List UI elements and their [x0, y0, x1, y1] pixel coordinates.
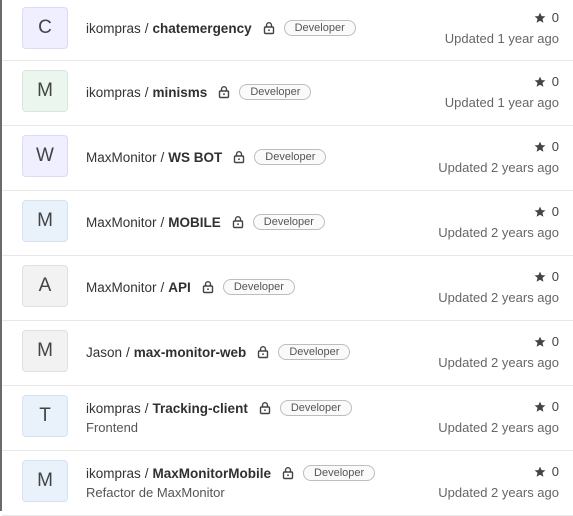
lock-icon	[256, 345, 270, 359]
project-owner[interactable]: MaxMonitor	[86, 215, 157, 230]
project-owner[interactable]: ikompras	[86, 401, 141, 416]
lock-icon	[232, 150, 246, 164]
lock-icon	[258, 401, 272, 415]
project-owner[interactable]: ikompras	[86, 466, 141, 481]
path-separator: /	[160, 279, 165, 295]
project-owner[interactable]: ikompras	[86, 21, 141, 36]
project-name-line: Jason / max-monitor-web Developer	[86, 344, 351, 360]
project-owner[interactable]: Jason	[86, 345, 122, 360]
project-name[interactable]: Tracking-client	[153, 401, 248, 416]
star-icon	[534, 206, 546, 218]
star-icon	[534, 401, 546, 413]
project-avatar[interactable]: M	[22, 200, 68, 242]
project-name-line: MaxMonitor / MOBILE Developer	[86, 214, 325, 230]
path-separator: /	[144, 400, 149, 416]
path-separator: /	[160, 214, 165, 230]
star-count[interactable]: 0	[534, 74, 559, 89]
project-row[interactable]: M MaxMonitor / MOBILE Developer 0 Update…	[2, 191, 573, 256]
updated-time: Updated 2 years ago	[438, 225, 559, 240]
star-count-value: 0	[551, 464, 559, 479]
path-separator: /	[144, 465, 149, 481]
updated-time: Updated 2 years ago	[438, 485, 559, 500]
star-count-value: 0	[551, 334, 559, 349]
path-separator: /	[144, 20, 149, 36]
project-name-line: ikompras / MaxMonitorMobile Developer	[86, 465, 376, 481]
project-owner[interactable]: MaxMonitor	[86, 150, 157, 165]
project-row[interactable]: A MaxMonitor / API Developer 0 Updated 2…	[2, 256, 573, 321]
star-icon	[534, 466, 546, 478]
role-badge: Developer	[239, 84, 312, 100]
star-icon	[534, 76, 546, 88]
lock-icon	[262, 21, 276, 35]
role-badge: Developer	[252, 214, 325, 230]
lock-icon	[201, 280, 215, 294]
project-row[interactable]: W MaxMonitor / WS BOT Developer 0 Update…	[2, 126, 573, 191]
project-avatar[interactable]: T	[22, 395, 68, 437]
star-count-value: 0	[551, 139, 559, 154]
star-count[interactable]: 0	[534, 10, 559, 25]
project-name[interactable]: minisms	[153, 85, 208, 100]
lock-icon	[281, 466, 295, 480]
star-count-value: 0	[551, 74, 559, 89]
updated-time: Updated 2 years ago	[438, 290, 559, 305]
project-name[interactable]: max-monitor-web	[134, 345, 247, 360]
project-row[interactable]: T ikompras / Tracking-client Developer F…	[2, 386, 573, 451]
star-count[interactable]: 0	[534, 334, 559, 349]
project-name-line: ikompras / chatemergency Developer	[86, 20, 356, 36]
star-count[interactable]: 0	[534, 139, 559, 154]
project-name[interactable]: MOBILE	[168, 215, 221, 230]
star-icon	[534, 141, 546, 153]
star-count-value: 0	[551, 204, 559, 219]
project-avatar[interactable]: C	[22, 7, 68, 49]
project-owner[interactable]: MaxMonitor	[86, 280, 157, 295]
project-avatar[interactable]: M	[22, 460, 68, 502]
star-count-value: 0	[551, 269, 559, 284]
star-count[interactable]: 0	[534, 399, 559, 414]
project-name-line: MaxMonitor / WS BOT Developer	[86, 149, 327, 165]
role-badge: Developer	[283, 20, 356, 36]
project-avatar[interactable]: M	[22, 70, 68, 112]
star-icon	[534, 271, 546, 283]
star-count-value: 0	[551, 10, 559, 25]
lock-icon	[217, 85, 231, 99]
project-avatar[interactable]: A	[22, 265, 68, 307]
project-name-line: ikompras / Tracking-client Developer	[86, 400, 352, 416]
role-badge: Developer	[278, 344, 351, 360]
updated-time: Updated 2 years ago	[438, 355, 559, 370]
updated-time: Updated 2 years ago	[438, 420, 559, 435]
project-avatar[interactable]: M	[22, 330, 68, 372]
star-count-value: 0	[551, 399, 559, 414]
path-separator: /	[144, 84, 149, 100]
project-description: Frontend	[86, 420, 139, 435]
path-separator: /	[126, 344, 130, 360]
star-icon	[534, 12, 546, 24]
star-count[interactable]: 0	[534, 269, 559, 284]
updated-time: Updated 1 year ago	[444, 95, 559, 110]
project-name-line: MaxMonitor / API Developer	[86, 279, 295, 295]
role-badge: Developer	[279, 400, 352, 416]
project-row[interactable]: M Jason / max-monitor-web Developer 0 Up…	[2, 321, 573, 386]
star-count[interactable]: 0	[534, 464, 559, 479]
updated-time: Updated 2 years ago	[438, 160, 559, 175]
project-name[interactable]: WS BOT	[168, 150, 222, 165]
project-name[interactable]: API	[168, 280, 191, 295]
project-description: Refactor de MaxMonitor	[86, 485, 225, 500]
star-count[interactable]: 0	[534, 204, 559, 219]
role-badge: Developer	[303, 465, 376, 481]
project-row[interactable]: M ikompras / MaxMonitorMobile Developer …	[2, 451, 573, 516]
path-separator: /	[160, 149, 165, 165]
role-badge: Developer	[222, 279, 295, 295]
updated-time: Updated 1 year ago	[444, 31, 559, 46]
project-row[interactable]: M ikompras / minisms Developer 0 Updated…	[2, 61, 573, 126]
project-name[interactable]: chatemergency	[153, 21, 252, 36]
lock-icon	[231, 215, 245, 229]
project-owner[interactable]: ikompras	[86, 85, 141, 100]
project-name-line: ikompras / minisms Developer	[86, 84, 312, 100]
project-name[interactable]: MaxMonitorMobile	[153, 466, 272, 481]
project-row[interactable]: C ikompras / chatemergency Developer 0 U…	[2, 0, 573, 61]
star-icon	[534, 336, 546, 348]
project-avatar[interactable]: W	[22, 135, 68, 177]
role-badge: Developer	[254, 149, 327, 165]
